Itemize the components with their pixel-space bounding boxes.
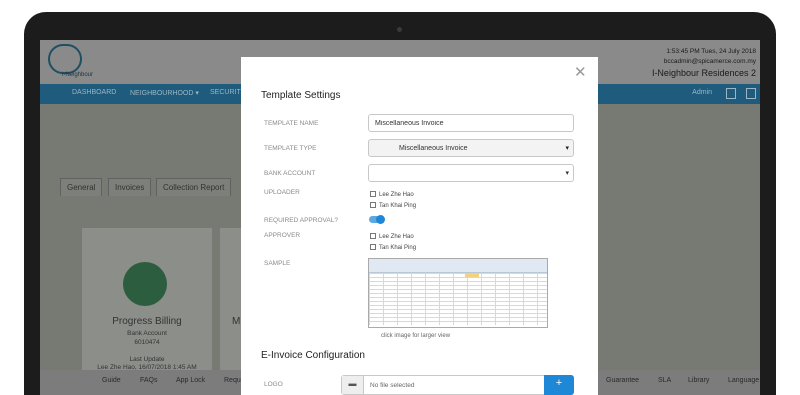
- card-code: 6010474: [134, 339, 160, 346]
- uploader-name: Tan Khai Ping: [379, 203, 417, 209]
- template-name-label: TEMPLATE NAME: [264, 120, 319, 127]
- footer-link-library[interactable]: Library: [688, 377, 709, 384]
- highlighted-cell: [465, 273, 479, 277]
- logo-label: LOGO: [264, 381, 283, 388]
- einvoice-section-title: E-Invoice Configuration: [261, 350, 365, 361]
- modal-title: Template Settings: [261, 90, 341, 101]
- close-icon[interactable]: ✕: [574, 63, 587, 81]
- required-approval-toggle[interactable]: [369, 215, 385, 224]
- toggle-knob: [376, 215, 385, 224]
- folder-icon: ▬: [342, 376, 364, 394]
- bank-account-select[interactable]: ▾: [368, 164, 574, 182]
- chevron-down-icon: ▾: [565, 170, 569, 177]
- checkbox-icon: [370, 233, 376, 239]
- approver-checkbox[interactable]: Lee Zhe Hao: [370, 233, 414, 240]
- tab-general[interactable]: General: [60, 178, 103, 196]
- checkbox-icon: [370, 191, 376, 197]
- uploader-label: UPLOADER: [264, 189, 300, 196]
- template-type-select[interactable]: Miscellaneous Invoice ▾: [368, 139, 574, 157]
- footer-link-app-lock[interactable]: App Lock: [176, 377, 205, 384]
- approver-label: APPROVER: [264, 232, 301, 239]
- footer-link-faqs[interactable]: FAQs: [140, 377, 158, 384]
- camera-icon: [397, 27, 402, 32]
- template-name-input[interactable]: [368, 114, 574, 132]
- template-type-value: Miscellaneous Invoice: [399, 145, 468, 152]
- footer-link-request[interactable]: Requ: [224, 377, 241, 384]
- logo-text: i-Neighbour: [62, 72, 94, 78]
- header-time: 1:53:45 PM Tues, 24 July 2018: [666, 48, 756, 55]
- card-title: Progress Billing: [112, 316, 182, 327]
- tab-collection-report[interactable]: Collection Report: [156, 178, 232, 196]
- card-updated-label: Last Update: [129, 356, 165, 363]
- chevron-down-icon: ▾: [565, 145, 569, 152]
- nav-item-dashboard[interactable]: DASHBOARD: [72, 89, 116, 96]
- approver-name: Tan Khai Ping: [379, 245, 417, 251]
- header-info: 1:53:45 PM Tues, 24 July 2018 bccadmin@s…: [652, 48, 756, 78]
- checkbox-icon: [370, 202, 376, 208]
- template-card[interactable]: Progress Billing Bank Account 6010474 La…: [82, 228, 212, 378]
- required-approval-label: REQUIRED APPROVAL?: [264, 217, 338, 224]
- estate-name: I-Neighbour Residences 2: [651, 68, 756, 78]
- sample-caption: click image for larger view: [381, 333, 451, 339]
- footer-link-guide[interactable]: Guide: [102, 377, 121, 384]
- approver-name: Lee Zhe Hao: [379, 234, 414, 240]
- spreadsheet-grid: [369, 273, 547, 325]
- tab-invoices[interactable]: Invoices: [108, 178, 152, 196]
- footer-link-language[interactable]: Language: [728, 377, 759, 384]
- notes-icon[interactable]: [726, 88, 736, 99]
- footer-link-guarantee[interactable]: Guarantee: [606, 377, 639, 384]
- template-type-label: TEMPLATE TYPE: [264, 145, 317, 152]
- footer-link-sla[interactable]: SLA: [658, 377, 671, 384]
- template-settings-modal: ✕ Template Settings TEMPLATE NAME TEMPLA…: [241, 57, 598, 395]
- approver-checkbox[interactable]: Tan Khai Ping: [370, 244, 416, 251]
- uploader-checkbox[interactable]: Lee Zhe Hao: [370, 191, 414, 198]
- sample-preview-image[interactable]: [368, 258, 548, 328]
- document-badge-icon: [123, 262, 167, 306]
- add-file-button[interactable]: +: [544, 375, 574, 395]
- sample-label: SAMPLE: [264, 260, 291, 267]
- uploader-checkbox[interactable]: Tan Khai Ping: [370, 202, 416, 209]
- uploader-name: Lee Zhe Hao: [379, 192, 414, 198]
- print-icon[interactable]: [746, 88, 756, 99]
- logo-file-input[interactable]: ▬ No file selected +: [341, 375, 574, 395]
- bank-account-label: BANK ACCOUNT: [264, 170, 316, 177]
- nav-item-neighbourhood[interactable]: NEIGHBOURHOOD ▾: [130, 89, 199, 97]
- cloud-logo-icon: [48, 44, 82, 74]
- card-subtitle: Bank Account: [127, 330, 167, 337]
- header-email: bccadmin@spicamerce.com.my: [663, 58, 756, 65]
- checkbox-icon: [370, 244, 376, 250]
- logo-file-text: No file selected: [370, 382, 415, 389]
- app-logo[interactable]: i-Neighbour: [48, 44, 116, 80]
- nav-admin[interactable]: Admin: [692, 89, 712, 96]
- nav-item-security[interactable]: SECURIT: [210, 89, 241, 96]
- spreadsheet-ribbon: [369, 259, 547, 273]
